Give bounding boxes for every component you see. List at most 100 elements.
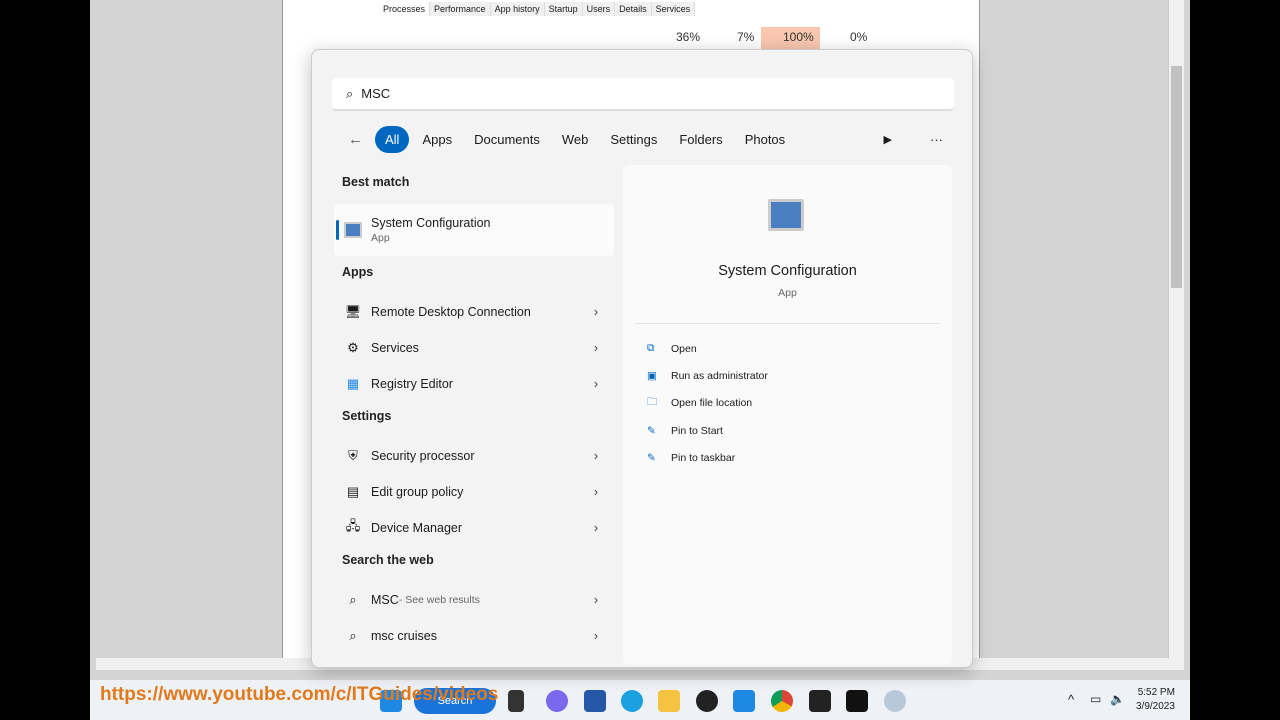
chevron-up-icon[interactable]: ^: [1068, 692, 1074, 707]
pin-icon: ✎: [647, 424, 656, 437]
result-label: Security processor: [371, 449, 475, 463]
result-label: msc cruises: [371, 629, 437, 643]
filter-all[interactable]: All: [375, 125, 410, 153]
volume-icon[interactable]: 🔈: [1110, 692, 1125, 706]
action-open-file-location[interactable]: 🗀 Open file location: [647, 390, 768, 417]
detail-subtitle: App: [778, 287, 797, 299]
task-view-icon[interactable]: [508, 690, 524, 712]
action-run-as-admin[interactable]: ▣ Run as administrator: [647, 362, 768, 389]
group-policy-icon: ▤: [346, 484, 360, 499]
action-label: Open: [671, 342, 697, 355]
chevron-right-icon[interactable]: ›: [594, 629, 598, 643]
date: 3/9/2023: [1136, 701, 1175, 712]
store-icon[interactable]: [584, 690, 606, 712]
search-icon: ⌕: [346, 85, 354, 101]
chevron-right-icon[interactable]: ›: [594, 449, 598, 463]
network-column[interactable]: 0%: [850, 30, 867, 44]
results-list: Best match System Configuration App Apps …: [334, 168, 614, 654]
best-match-item[interactable]: System Configuration App: [334, 204, 614, 256]
action-pin-to-taskbar[interactable]: ✎ Pin to taskbar: [647, 444, 768, 471]
chevron-right-icon[interactable]: ›: [594, 593, 598, 607]
pin-icon: ✎: [647, 451, 656, 464]
vertical-scrollbar[interactable]: [1168, 0, 1184, 658]
filter-bar: ← All Apps Documents Web Settings Folder…: [340, 125, 952, 153]
media-player-icon[interactable]: [696, 690, 718, 712]
chrome-icon[interactable]: [771, 690, 793, 712]
best-match-subtitle: App: [371, 232, 390, 244]
more-options-icon[interactable]: ···: [921, 126, 952, 153]
result-registry-editor[interactable]: ▦ Registry Editor ›: [334, 366, 614, 402]
open-icon: ⧉: [647, 342, 655, 355]
app-icon[interactable]: [733, 690, 755, 712]
result-services[interactable]: ⚙ Services ›: [334, 330, 614, 366]
result-remote-desktop[interactable]: 🖥 Remote Desktop Connection ›: [334, 294, 614, 330]
result-edit-group-policy[interactable]: ▤ Edit group policy ›: [334, 474, 614, 510]
tab-startup[interactable]: Startup: [545, 2, 583, 16]
msconfig-icon[interactable]: [884, 690, 906, 712]
settings-heading: Settings: [342, 409, 392, 423]
time: 5:52 PM: [1137, 687, 1175, 698]
task-manager-tabs: Processes Performance App history Startu…: [379, 2, 696, 16]
result-label: Registry Editor: [371, 377, 453, 391]
result-label: MSC: [371, 593, 399, 607]
chat-icon[interactable]: [546, 690, 568, 712]
play-icon[interactable]: ▶: [875, 127, 901, 152]
web-result-msc-cruises[interactable]: ⌕ msc cruises ›: [334, 618, 614, 654]
tab-performance[interactable]: Performance: [430, 2, 491, 16]
filter-settings[interactable]: Settings: [601, 126, 666, 153]
filter-photos[interactable]: Photos: [736, 126, 794, 153]
chevron-right-icon[interactable]: ›: [594, 341, 598, 355]
terminal-icon[interactable]: [809, 690, 831, 712]
result-label: Services: [371, 341, 419, 355]
action-label: Open file location: [671, 397, 753, 410]
action-open[interactable]: ⧉ Open: [647, 335, 768, 362]
tab-app-history[interactable]: App history: [491, 2, 545, 16]
result-security-processor[interactable]: ⛨ Security processor ›: [334, 438, 614, 474]
tab-processes[interactable]: Processes: [379, 2, 431, 16]
search-input[interactable]: ⌕ MSC: [332, 78, 954, 111]
device-manager-icon: 🖧: [345, 518, 361, 533]
action-list: ⧉ Open ▣ Run as administrator 🗀 Open file l…: [647, 335, 768, 471]
back-arrow-icon[interactable]: ←: [340, 127, 371, 152]
tab-details[interactable]: Details: [615, 2, 652, 16]
filter-folders[interactable]: Folders: [670, 126, 731, 153]
remote-desktop-icon: 🖥: [344, 304, 362, 319]
shield-icon: ▣: [647, 369, 657, 382]
tab-services[interactable]: Services: [652, 2, 696, 16]
search-query: MSC: [361, 86, 391, 101]
file-explorer-icon[interactable]: [658, 690, 680, 712]
action-label: Pin to Start: [671, 424, 723, 437]
folder-icon: 🗀: [647, 396, 658, 409]
search-icon: ⌕: [349, 592, 357, 607]
chevron-right-icon[interactable]: ›: [594, 485, 598, 499]
network-icon[interactable]: ▭: [1090, 692, 1101, 706]
best-match-heading: Best match: [342, 175, 410, 189]
best-match-title: System Configuration: [371, 216, 491, 230]
web-result-msc[interactable]: ⌕ MSC - See web results ›: [334, 582, 614, 618]
gear-icon: ⚙: [347, 340, 359, 355]
scrollbar-thumb[interactable]: [1171, 66, 1182, 288]
search-panel: ⌕ MSC ← All Apps Documents Web Settings …: [311, 49, 973, 668]
system-configuration-icon: [344, 222, 362, 238]
action-pin-to-start[interactable]: ✎ Pin to Start: [647, 417, 768, 444]
filter-documents[interactable]: Documents: [465, 126, 549, 153]
detail-pane: System Configuration App ⧉ Open ▣ Run as a…: [623, 165, 952, 665]
tab-users[interactable]: Users: [583, 2, 616, 16]
filter-web[interactable]: Web: [553, 126, 598, 153]
cpu-column[interactable]: 36%: [676, 30, 700, 44]
web-heading: Search the web: [342, 553, 434, 567]
shield-icon: ⛨: [348, 448, 358, 463]
edge-icon[interactable]: [621, 690, 643, 712]
chevron-right-icon[interactable]: ›: [594, 521, 598, 535]
divider: [635, 323, 940, 324]
result-label: Edit group policy: [371, 485, 464, 499]
cmd-icon[interactable]: [846, 690, 868, 712]
memory-column[interactable]: 7%: [737, 30, 754, 44]
action-label: Pin to taskbar: [671, 451, 736, 464]
result-device-manager[interactable]: 🖧 Device Manager ›: [334, 510, 614, 546]
chevron-right-icon[interactable]: ›: [594, 305, 598, 319]
chevron-right-icon[interactable]: ›: [594, 377, 598, 391]
detail-title: System Configuration: [718, 263, 857, 279]
filter-apps[interactable]: Apps: [413, 126, 461, 153]
clock[interactable]: 5:52 PM 3/9/2023: [1136, 686, 1175, 714]
